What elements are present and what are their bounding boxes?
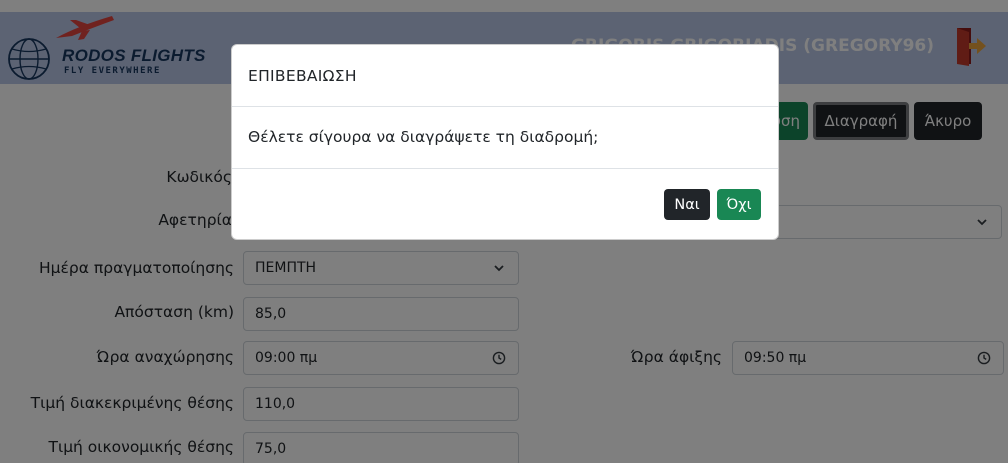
dialog-footer: Ναι Όχι <box>232 169 778 239</box>
dialog-header: ΕΠΙΒΕΒΑΙΩΣΗ <box>232 45 778 107</box>
dialog-body: Θέλετε σίγουρα να διαγράψετε τη διαδρομή… <box>232 107 778 169</box>
dialog-message: Θέλετε σίγουρα να διαγράψετε τη διαδρομή… <box>248 128 599 146</box>
confirm-dialog: ΕΠΙΒΕΒΑΙΩΣΗ Θέλετε σίγουρα να διαγράψετε… <box>231 44 779 240</box>
confirm-no-button[interactable]: Όχι <box>717 189 761 220</box>
dialog-title: ΕΠΙΒΕΒΑΙΩΣΗ <box>248 67 357 85</box>
confirm-yes-button[interactable]: Ναι <box>664 189 710 220</box>
